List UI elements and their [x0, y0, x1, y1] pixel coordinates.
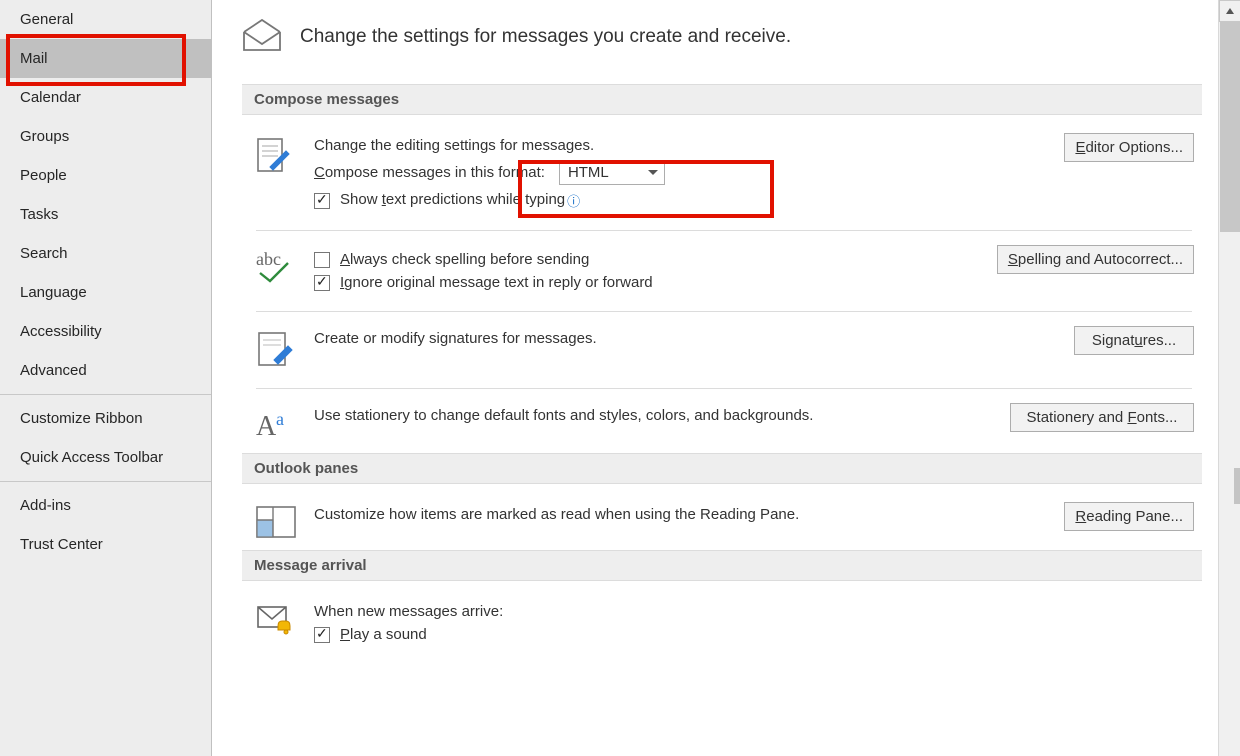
sidebar-item-accessibility[interactable]: Accessibility [0, 312, 211, 351]
spellcheck-checkbox[interactable] [314, 252, 330, 268]
sidebar-item-label: Accessibility [20, 323, 102, 340]
scroll-up-button[interactable] [1219, 0, 1240, 22]
envelope-icon [242, 18, 282, 56]
stationery-fonts-button[interactable]: Stationery and Fonts... [1010, 403, 1194, 432]
divider [256, 388, 1192, 389]
row-editing: Change the editing settings for messages… [242, 125, 1202, 224]
signatures-line: Create or modify signatures for messages… [314, 330, 994, 347]
predictions-checkbox[interactable] [314, 193, 330, 209]
section-arrival-header: Message arrival [242, 550, 1202, 581]
section-compose-header: Compose messages [242, 84, 1202, 115]
sidebar-item-language[interactable]: Language [0, 273, 211, 312]
format-select[interactable]: HTML [559, 160, 665, 185]
main-panel: Change the settings for messages you cre… [212, 0, 1218, 756]
page-title: Change the settings for messages you cre… [300, 26, 791, 48]
scrollbar[interactable] [1218, 0, 1240, 756]
info-icon: ⓘ [567, 191, 580, 210]
sidebar-item-mail[interactable]: Mail [0, 39, 211, 78]
sidebar-item-tasks[interactable]: Tasks [0, 195, 211, 234]
section-panes-header: Outlook panes [242, 453, 1202, 484]
play-sound-label: Play a sound [340, 626, 427, 643]
sidebar-divider [0, 394, 211, 395]
row-signatures: Create or modify signatures for messages… [242, 318, 1202, 382]
sidebar-divider [0, 481, 211, 482]
sidebar-item-search[interactable]: Search [0, 234, 211, 273]
page-header: Change the settings for messages you cre… [242, 18, 1202, 56]
sidebar-item-people[interactable]: People [0, 156, 211, 195]
sidebar-item-label: Groups [20, 128, 69, 145]
fonts-icon: A a [256, 407, 296, 445]
sidebar-item-calendar[interactable]: Calendar [0, 78, 211, 117]
sidebar-item-label: Mail [20, 50, 48, 67]
chevron-down-icon [648, 170, 658, 175]
divider [256, 230, 1192, 231]
sidebar-item-label: Tasks [20, 206, 58, 223]
sidebar-item-customize-ribbon[interactable]: Customize Ribbon [0, 399, 211, 438]
sidebar-item-label: Customize Ribbon [20, 410, 143, 427]
signature-icon [256, 330, 296, 374]
sidebar-item-label: Trust Center [20, 536, 103, 553]
play-sound-checkbox[interactable] [314, 627, 330, 643]
sidebar-item-label: Advanced [20, 362, 87, 379]
svg-text:a: a [276, 409, 284, 429]
sidebar-item-label: People [20, 167, 67, 184]
sidebar-item-label: Add-ins [20, 497, 71, 514]
edit-page-icon [256, 137, 290, 181]
sidebar-item-quick-access-toolbar[interactable]: Quick Access Toolbar [0, 438, 211, 477]
window-edge-marker [1234, 468, 1240, 504]
editing-line: Change the editing settings for messages… [314, 137, 994, 154]
sidebar: General Mail Calendar Groups People Task… [0, 0, 212, 756]
format-label: Compose messages in this format: [314, 164, 545, 181]
row-reading-pane: Customize how items are marked as read w… [242, 494, 1202, 550]
ignore-original-checkbox[interactable] [314, 275, 330, 291]
pane-layout-icon [256, 506, 296, 542]
editor-options-button[interactable]: EEditor Options...ditor Options... [1064, 133, 1194, 162]
sidebar-item-trust-center[interactable]: Trust Center [0, 525, 211, 564]
reading-pane-line: Customize how items are marked as read w… [314, 506, 994, 523]
sidebar-item-label: General [20, 11, 73, 28]
mail-bell-icon [256, 603, 298, 641]
sidebar-item-general[interactable]: General [0, 0, 211, 39]
row-spelling: abc Always check spelling before sending… [242, 237, 1202, 305]
sidebar-item-groups[interactable]: Groups [0, 117, 211, 156]
svg-text:A: A [256, 411, 277, 441]
arrival-line: When new messages arrive: [314, 603, 994, 620]
row-stationery: A a Use stationery to change default fon… [242, 395, 1202, 453]
format-select-value: HTML [568, 164, 609, 181]
ignore-original-label: Ignore original message text in reply or… [340, 274, 653, 291]
svg-text:abc: abc [256, 249, 281, 269]
stationery-line: Use stationery to change default fonts a… [314, 407, 994, 424]
sidebar-item-label: Search [20, 245, 68, 262]
divider [256, 311, 1192, 312]
spelling-autocorrect-button[interactable]: Spelling and Autocorrect... [997, 245, 1194, 274]
spellcheck-label: Always check spelling before sending [340, 251, 589, 268]
signatures-button[interactable]: Signatures... [1074, 326, 1194, 355]
predictions-label: Show text predictions while typingⓘ [340, 191, 580, 210]
sidebar-item-label: Language [20, 284, 87, 301]
sidebar-item-label: Calendar [20, 89, 81, 106]
row-arrival: When new messages arrive: Play a sound [242, 591, 1202, 657]
reading-pane-button[interactable]: Reading Pane... [1064, 502, 1194, 531]
spellcheck-icon: abc [256, 249, 300, 289]
sidebar-item-advanced[interactable]: Advanced [0, 351, 211, 390]
sidebar-item-label: Quick Access Toolbar [20, 449, 163, 466]
sidebar-item-add-ins[interactable]: Add-ins [0, 486, 211, 525]
scroll-thumb[interactable] [1220, 22, 1240, 232]
